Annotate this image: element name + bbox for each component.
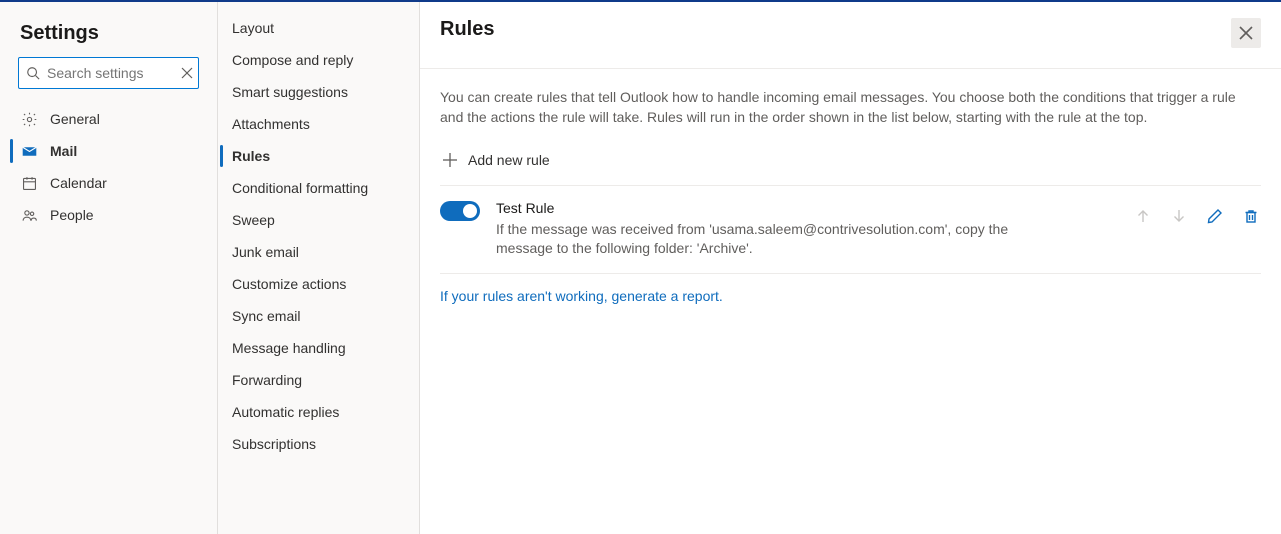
subnav-label: Smart suggestions [232,84,348,100]
subnav-item-forwarding[interactable]: Forwarding [218,364,419,396]
rule-enabled-toggle[interactable] [440,201,480,221]
subnav-item-attachments[interactable]: Attachments [218,108,419,140]
subnav-item-message-handling[interactable]: Message handling [218,332,419,364]
nav-item-label: General [50,111,100,127]
subnav-label: Conditional formatting [232,180,368,196]
pencil-icon [1207,208,1223,224]
subnav-item-customize-actions[interactable]: Customize actions [218,268,419,300]
subnav-item-compose[interactable]: Compose and reply [218,44,419,76]
mail-settings-subnav: Layout Compose and reply Smart suggestio… [218,2,420,534]
arrow-up-icon [1135,208,1151,224]
subnav-label: Attachments [232,116,310,132]
subnav-label: Sweep [232,212,275,228]
rules-title: Rules [440,18,494,41]
subnav-item-junk-email[interactable]: Junk email [218,236,419,268]
arrow-down-icon [1171,208,1187,224]
close-icon [1238,25,1254,41]
subnav-item-automatic-replies[interactable]: Automatic replies [218,396,419,428]
edit-rule-button[interactable] [1205,206,1225,226]
subnav-label: Rules [232,148,270,164]
trash-icon [1243,208,1259,224]
subnav-label: Compose and reply [232,52,353,68]
nav-item-people[interactable]: People [0,199,217,231]
gear-icon [20,110,38,128]
search-input[interactable] [18,57,199,89]
add-rule-label: Add new rule [468,152,550,168]
calendar-icon [20,174,38,192]
rules-description: You can create rules that tell Outlook h… [440,87,1240,128]
generate-report-link[interactable]: If your rules aren't working, generate a… [440,288,723,304]
subnav-label: Junk email [232,244,299,260]
subnav-item-conditional-formatting[interactable]: Conditional formatting [218,172,419,204]
mail-icon [20,142,38,160]
nav-item-mail[interactable]: Mail [0,135,217,167]
rules-body: You can create rules that tell Outlook h… [420,69,1281,534]
plus-icon [442,152,458,168]
rule-text: Test Rule If the message was received fr… [496,200,1125,259]
subnav-item-smart-suggestions[interactable]: Smart suggestions [218,76,419,108]
subnav-label: Layout [232,20,274,36]
search-icon [26,66,40,80]
subnav-label: Subscriptions [232,436,316,452]
settings-nav: General Mail Calendar [0,103,217,231]
subnav-label: Automatic replies [232,404,339,420]
rule-name: Test Rule [496,200,1125,216]
nav-item-label: People [50,207,94,223]
subnav-label: Customize actions [232,276,346,292]
rules-panel: Rules You can create rules that tell Out… [420,2,1281,534]
people-icon [20,206,38,224]
subnav-item-sync-email[interactable]: Sync email [218,300,419,332]
move-rule-up-button[interactable] [1133,206,1153,226]
subnav-item-sweep[interactable]: Sweep [218,204,419,236]
close-button[interactable] [1231,18,1261,48]
rule-actions [1133,200,1261,226]
settings-title: Settings [0,18,217,57]
add-rule-button[interactable]: Add new rule [440,148,552,172]
subnav-label: Forwarding [232,372,302,388]
rules-header: Rules [420,2,1281,69]
nav-item-label: Calendar [50,175,107,191]
settings-search-wrap [18,57,199,89]
add-rule-row: Add new rule [440,148,1261,186]
rule-row: Test Rule If the message was received fr… [440,186,1261,274]
subnav-label: Sync email [232,308,300,324]
delete-rule-button[interactable] [1241,206,1261,226]
subnav-item-layout[interactable]: Layout [218,12,419,44]
nav-item-label: Mail [50,143,77,159]
subnav-item-rules[interactable]: Rules [218,140,419,172]
rule-description: If the message was received from 'usama.… [496,220,1016,259]
subnav-label: Message handling [232,340,346,356]
nav-item-calendar[interactable]: Calendar [0,167,217,199]
settings-sidebar: Settings General [0,2,218,534]
subnav-item-subscriptions[interactable]: Subscriptions [218,428,419,460]
nav-item-general[interactable]: General [0,103,217,135]
clear-search-icon[interactable] [181,67,193,79]
move-rule-down-button[interactable] [1169,206,1189,226]
